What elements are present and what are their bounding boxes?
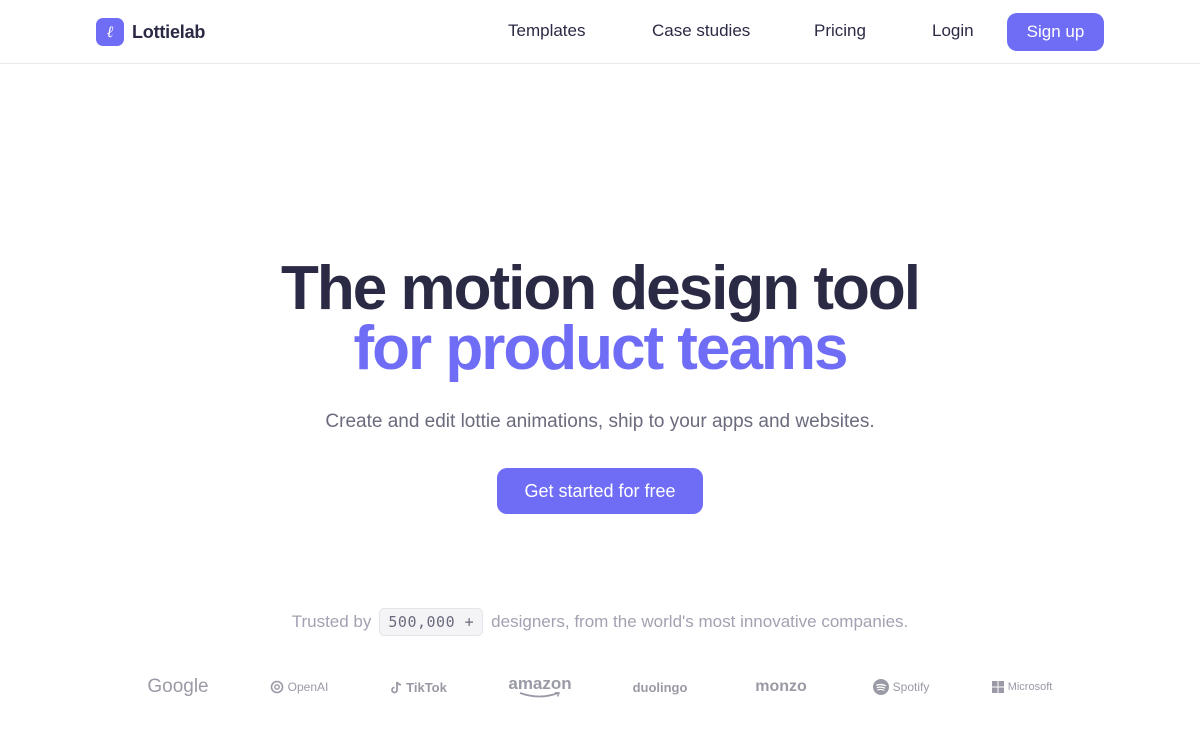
spotify-logo: Spotify (870, 672, 932, 702)
microsoft-windows-icon (991, 681, 1004, 693)
sign-up-button[interactable]: Sign up (1007, 13, 1104, 51)
tiktok-logo-text: TikTok (406, 679, 447, 695)
lottielab-logo-icon: ℓ (96, 18, 124, 46)
brand-name: Lottielab (132, 21, 206, 42)
amazon-logo: amazon (508, 672, 572, 702)
openai-icon (270, 680, 283, 694)
tiktok-note-icon (391, 681, 402, 693)
get-started-button[interactable]: Get started for free (497, 468, 703, 514)
nav-link-pricing[interactable]: Pricing (814, 21, 866, 41)
monzo-logo: monzo (750, 672, 812, 702)
openai-logo-text: OpenAI (287, 680, 329, 694)
google-logo-text: Google (147, 676, 209, 697)
amazon-logo-text: amazon (508, 674, 572, 693)
trusted-prefix: Trusted by (291, 612, 372, 631)
top-nav: ℓ Lottielab Templates Case studies Prici… (0, 0, 1200, 64)
amazon-smile-icon (519, 692, 561, 698)
customer-logos: Google OpenAI TikTok amazon duolingo mon… (0, 672, 1200, 702)
trusted-suffix: designers, from the world's most innovat… (491, 612, 909, 631)
google-logo: Google (147, 672, 209, 702)
nav-link-templates[interactable]: Templates (508, 21, 585, 41)
brand-logo-link[interactable]: ℓ Lottielab (96, 18, 205, 46)
designer-count-badge: 500,000 + (379, 608, 484, 636)
microsoft-logo: Microsoft (991, 672, 1053, 702)
nav-link-login[interactable]: Login (932, 21, 974, 41)
spotify-logo-text: Spotify (892, 680, 930, 694)
hero-title: The motion design tool (281, 254, 921, 323)
nav-link-case-studies[interactable]: Case studies (652, 21, 750, 41)
duolingo-logo: duolingo (628, 672, 692, 702)
microsoft-logo-text: Microsoft (1007, 681, 1053, 693)
openai-logo: OpenAI (268, 672, 330, 702)
trusted-by-statement: Trusted by 500,000 + designers, from the… (0, 608, 1200, 636)
spotify-icon (872, 679, 889, 695)
hero-subtitle: Create and edit lottie animations, ship … (325, 411, 875, 432)
tiktok-logo: TikTok (388, 672, 450, 702)
monzo-logo-text: monzo (755, 678, 807, 695)
duolingo-logo-text: duolingo (632, 679, 688, 695)
hero-title-highlight: for product teams (353, 314, 848, 383)
